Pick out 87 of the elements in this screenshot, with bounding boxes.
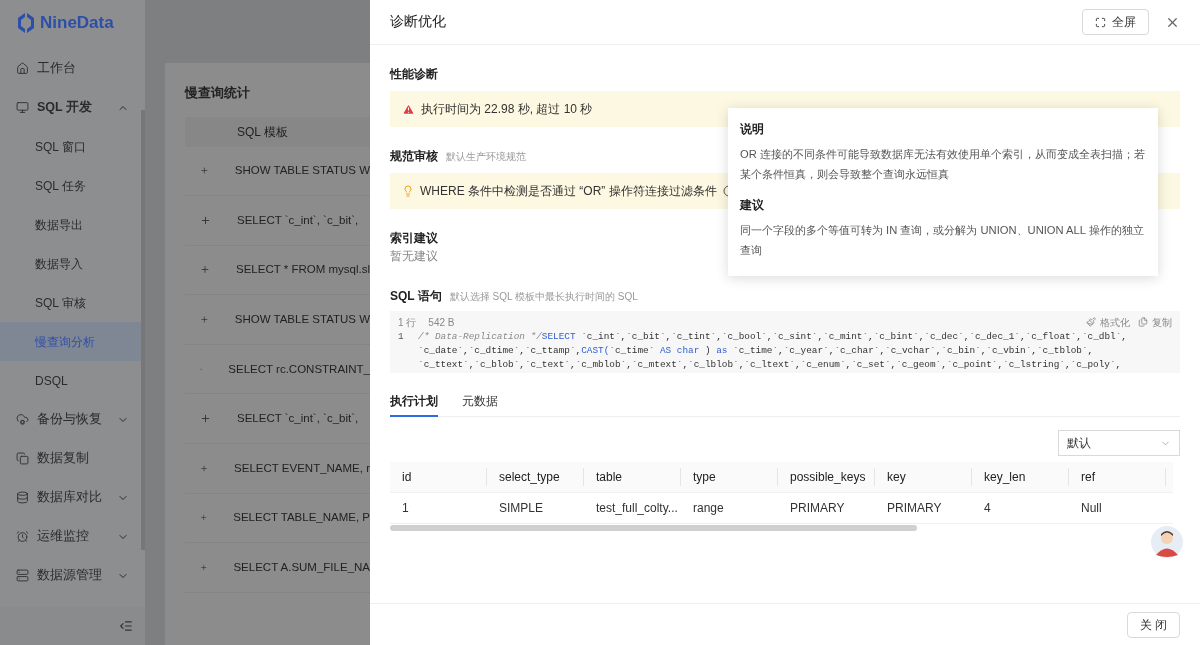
table-cell-text: SELECT TABLE_NAME, P <box>233 510 370 526</box>
section-title: 索引建议 <box>390 230 438 247</box>
table-cell-text: 4 <box>983 500 992 517</box>
column-header: ref <box>1069 468 1166 486</box>
section-subtitle: 默认选择 SQL 模板中最长执行时间的 SQL <box>449 290 638 304</box>
expand-icon[interactable] <box>200 264 210 276</box>
table-cell-text: test_full_colty... <box>595 500 679 517</box>
select-dropdown[interactable]: 默认 <box>1058 430 1180 456</box>
code-meta: 1 行 <box>398 315 417 330</box>
section-title: 规范审核 <box>390 148 438 165</box>
sidebar-item[interactable]: 工作台 <box>0 49 145 88</box>
tooltip-text: OR 连接的不同条件可能导致数据库无法有效使用单个索引，从而变成全表扫描；若某个条件恒真，则会导致整个查询永远恒真 <box>740 147 1146 182</box>
rule-text: WHERE 条件中检测是否通过 “OR” 操作符连接过滤条件 <box>420 183 717 200</box>
sidebar-subitem[interactable]: SQL 审核 <box>0 283 145 322</box>
sidebar-item[interactable]: 备份与恢复 <box>0 400 145 439</box>
column-header: type <box>681 468 778 486</box>
table-cell-text: SELECT EVENT_NAME, r <box>234 460 370 476</box>
close-button[interactable]: 关 闭 <box>1126 611 1180 638</box>
table-cell-text: PRIMARY <box>789 500 846 517</box>
table-cell-text: SELECT `c_int`, `c_bit`, <box>237 212 359 228</box>
sidebar-subitem[interactable]: 数据导入 <box>0 244 145 283</box>
expand-icon[interactable] <box>200 413 211 425</box>
copy-icon <box>16 452 29 465</box>
horizontal-scrollbar[interactable] <box>390 525 917 531</box>
drawer-title: 诊断优化 <box>390 12 447 31</box>
column-header: id <box>390 468 487 486</box>
sidebar-item[interactable]: SQL 开发 <box>0 88 145 127</box>
line-number: 1 <box>398 330 405 344</box>
fullscreen-icon <box>1095 16 1106 28</box>
sidebar-subitem[interactable]: DSQL <box>0 361 145 400</box>
tooltip-heading: 建议 <box>740 197 765 214</box>
table-cell-text: SELECT * FROM mysql.sl <box>236 262 370 278</box>
table-cell-text: PRIMARY <box>886 500 943 517</box>
expand-icon[interactable] <box>200 165 209 177</box>
table-cell-text: SIMPLE <box>498 500 544 517</box>
table-header: SQL 模板 <box>185 116 370 147</box>
logo-icon <box>16 11 36 34</box>
column-header: key <box>875 468 972 486</box>
table-cell-text: 1 <box>401 500 410 517</box>
section-title: SQL 语句 <box>390 288 442 305</box>
code-action-button[interactable]: 格式化 <box>1086 314 1130 330</box>
warning-icon <box>402 102 415 116</box>
sidebar-item[interactable]: 数据复制 <box>0 439 145 478</box>
code-action-button[interactable]: 复制 <box>1138 314 1172 330</box>
sidebar-item[interactable]: 数据源管理 <box>0 556 145 595</box>
database-icon <box>16 491 29 504</box>
section-subtitle: 默认生产环境规范 <box>446 150 526 164</box>
empty-text: 暂无建议 <box>390 248 438 265</box>
home-icon <box>16 62 29 75</box>
table-cell-text: SHOW TABLE STATUS W <box>234 311 370 327</box>
tab[interactable]: 元数据 <box>462 387 498 417</box>
sidebar-subitem[interactable]: SQL 任务 <box>0 166 145 205</box>
fullscreen-button[interactable]: 全屏 <box>1082 9 1149 35</box>
code-text: /* Data-Replication */SELECT `c_int`,`c_bit`,`c_tint`,`c_bool`,`c_sint`,`c_mint`,`c_bint`,`c_dec`,`c_dec_1`,`c_float`,`c_dbl`, `c_date`,`c_dtime`,`c_ttamp`,CAST(`c_time` AS char ) as `c_time`,`c_year`,`c_char`,`c_vchar`,`c_bin`,`c_vbin`,`c_tblob`, `c_ttext`,`c_blob`,`c_text`,`c_mblob`,`c_mtext`,`c_lblob`,`c_ltext`,`c_enum`,`c_set`,`c_geom`,`c_point`,`c_lstring`,`c_poly`, <box>418 330 1127 372</box>
tooltip-text: 同一个字段的多个等值可转为 IN 查询，或分解为 UNION、UNION ALL 操作的独立查询 <box>740 223 1145 258</box>
code-meta: 542 B <box>428 315 455 330</box>
sidebar-subitem[interactable]: 数据导出 <box>0 205 145 244</box>
sidebar-item[interactable]: 运维监控 <box>0 517 145 556</box>
card-title: 慢查询统计 <box>185 84 251 102</box>
brush-icon <box>1086 317 1096 327</box>
tab[interactable]: 执行计划 <box>390 387 438 417</box>
expand-icon[interactable] <box>200 314 209 326</box>
monitor-icon <box>16 101 29 114</box>
table-cell-text: SELECT A.SUM_FILE_NA <box>233 559 370 575</box>
column-header: possible_keys <box>778 468 875 486</box>
table-cell-text: Null <box>1080 500 1103 517</box>
table-cell-text: SELECT `c_int`, `c_bit`, <box>237 411 359 427</box>
table-cell-text: range <box>692 500 725 517</box>
column-header: select_type <box>487 468 584 486</box>
section-title: 性能诊断 <box>390 66 438 83</box>
table-cell-text: SELECT rc.CONSTRAINT_ <box>228 361 370 377</box>
alarm-clock-icon <box>16 530 29 543</box>
brand-name: NineData <box>40 11 114 34</box>
lightbulb-icon <box>402 185 414 197</box>
support-avatar-icon[interactable] <box>1150 525 1184 559</box>
collapse-icon[interactable] <box>119 619 133 633</box>
column-header: table <box>584 468 681 486</box>
alert-text: 执行时间为 22.98 秒, 超过 10 秒 <box>421 101 593 118</box>
server-icon <box>16 569 29 582</box>
sidebar-subitem[interactable]: SQL 窗口 <box>0 127 145 166</box>
column-header: key_len <box>972 468 1069 486</box>
copy-icon <box>1138 317 1148 327</box>
sidebar-item[interactable]: 数据库对比 <box>0 478 145 517</box>
cloud-icon <box>16 413 29 426</box>
table-cell-text: SHOW TABLE STATUS W <box>234 163 370 179</box>
tooltip-heading: 说明 <box>740 121 765 138</box>
expand-icon[interactable] <box>200 214 211 226</box>
